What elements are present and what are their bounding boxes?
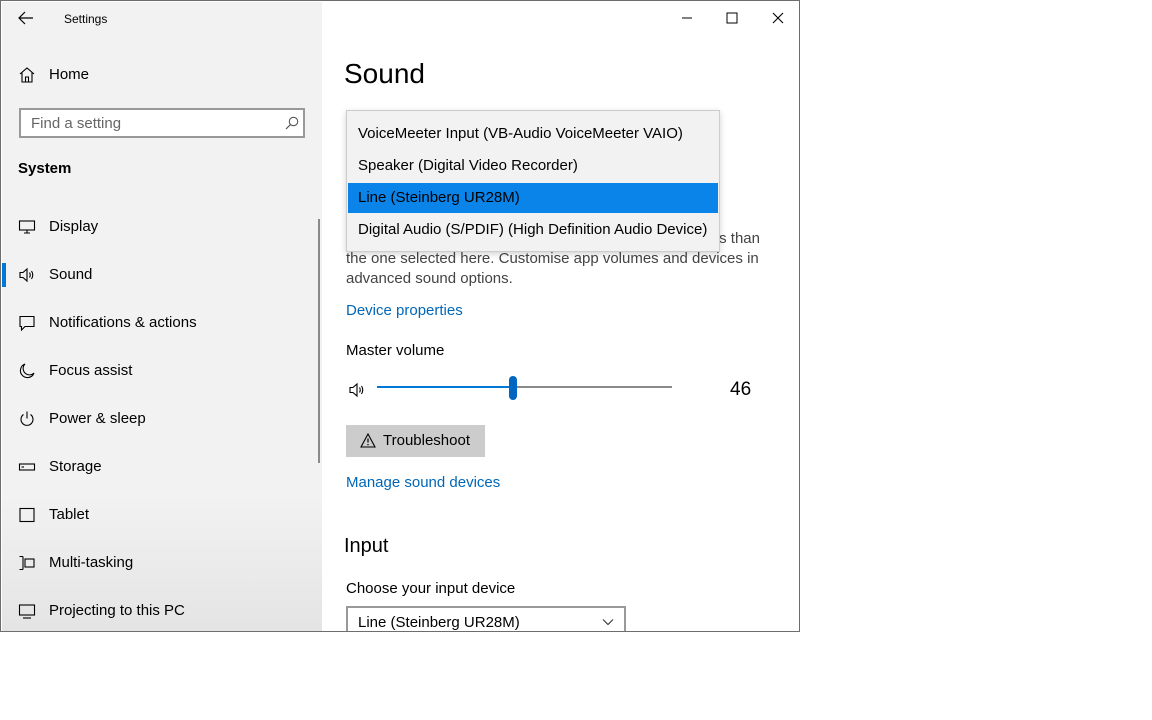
home-icon <box>19 67 35 83</box>
sidebar-item-multitasking[interactable]: Multi-tasking <box>2 541 318 585</box>
output-device-dropdown[interactable]: VoiceMeeter Input (VB-Audio VoiceMeeter … <box>346 110 720 252</box>
sidebar-scrollbar[interactable] <box>318 219 320 463</box>
volume-slider-track[interactable] <box>512 386 672 388</box>
moon-icon <box>19 363 35 379</box>
sidebar: Settings Home System Display <box>2 2 322 631</box>
main-content: Sound es than the one selected here. Cus… <box>322 2 799 631</box>
sidebar-item-label: Focus assist <box>49 362 133 379</box>
monitor-icon <box>18 220 36 234</box>
sidebar-item-display[interactable]: Display <box>2 205 318 249</box>
volume-slider-thumb[interactable] <box>508 376 517 400</box>
description-line: advanced sound options. <box>346 270 513 287</box>
troubleshoot-button[interactable]: Troubleshoot <box>346 425 485 457</box>
sidebar-item-sound[interactable]: Sound <box>2 253 318 297</box>
search-icon[interactable] <box>285 116 299 130</box>
back-arrow-icon[interactable] <box>18 11 34 25</box>
master-volume-label: Master volume <box>346 342 445 359</box>
dropdown-option-selected[interactable]: Line (Steinberg UR28M) <box>348 183 718 213</box>
dropdown-option[interactable]: VoiceMeeter Input (VB-Audio VoiceMeeter … <box>348 119 718 149</box>
sidebar-item-power-sleep[interactable]: Power & sleep <box>2 397 318 441</box>
tablet-icon <box>19 507 35 523</box>
sidebar-item-label: Display <box>49 218 99 235</box>
sidebar-item-tablet[interactable]: Tablet <box>2 493 318 537</box>
sidebar-item-label: Storage <box>49 458 102 475</box>
sidebar-item-label: Tablet <box>49 506 90 523</box>
volume-value: 46 <box>730 379 752 400</box>
device-properties-link[interactable]: Device properties <box>346 302 463 319</box>
home-label: Home <box>49 66 90 83</box>
speaker-icon <box>19 267 34 283</box>
projector-icon <box>18 604 36 619</box>
section-title: System <box>18 160 72 177</box>
dropdown-option[interactable]: Speaker (Digital Video Recorder) <box>348 151 718 181</box>
manage-sound-devices-link[interactable]: Manage sound devices <box>346 474 500 491</box>
search-box[interactable] <box>19 108 305 138</box>
sidebar-item-projecting[interactable]: Projecting to this PC <box>2 589 318 631</box>
storage-icon <box>18 463 36 471</box>
sidebar-item-focus-assist[interactable]: Focus assist <box>2 349 318 393</box>
warning-icon <box>360 433 376 448</box>
sidebar-item-label: Projecting to this PC <box>49 602 185 619</box>
page-title: Sound <box>344 58 425 89</box>
input-device-label: Choose your input device <box>346 580 516 597</box>
sidebar-item-storage[interactable]: Storage <box>2 445 318 489</box>
power-icon <box>20 411 34 426</box>
volume-icon[interactable] <box>348 381 368 399</box>
window-title: Settings <box>64 12 108 26</box>
input-device-select[interactable]: Line (Steinberg UR28M) <box>346 606 626 631</box>
troubleshoot-label: Troubleshoot <box>383 432 470 449</box>
search-input[interactable] <box>31 114 271 132</box>
multitasking-icon <box>19 555 35 571</box>
sidebar-item-label: Notifications & actions <box>49 314 197 331</box>
sidebar-item-label: Power & sleep <box>49 410 146 427</box>
input-section-title: Input <box>344 535 389 557</box>
input-device-value: Line (Steinberg UR28M) <box>358 614 520 631</box>
sidebar-item-label: Sound <box>49 266 93 283</box>
minimize-icon[interactable] <box>681 16 693 20</box>
notification-icon <box>19 315 35 332</box>
maximize-icon[interactable] <box>726 12 738 24</box>
description-line: the one selected here. Customise app vol… <box>346 250 759 267</box>
chevron-down-icon <box>602 619 614 626</box>
sidebar-item-notifications[interactable]: Notifications & actions <box>2 301 318 345</box>
volume-slider-filled[interactable] <box>377 386 513 388</box>
settings-window: Settings Home System Display <box>0 0 800 632</box>
sidebar-item-home[interactable]: Home <box>2 53 318 97</box>
selection-indicator <box>2 263 6 287</box>
dropdown-option[interactable]: Digital Audio (S/PDIF) (High Definition … <box>348 215 718 245</box>
close-icon[interactable] <box>772 12 784 24</box>
sidebar-item-label: Multi-tasking <box>49 554 134 571</box>
